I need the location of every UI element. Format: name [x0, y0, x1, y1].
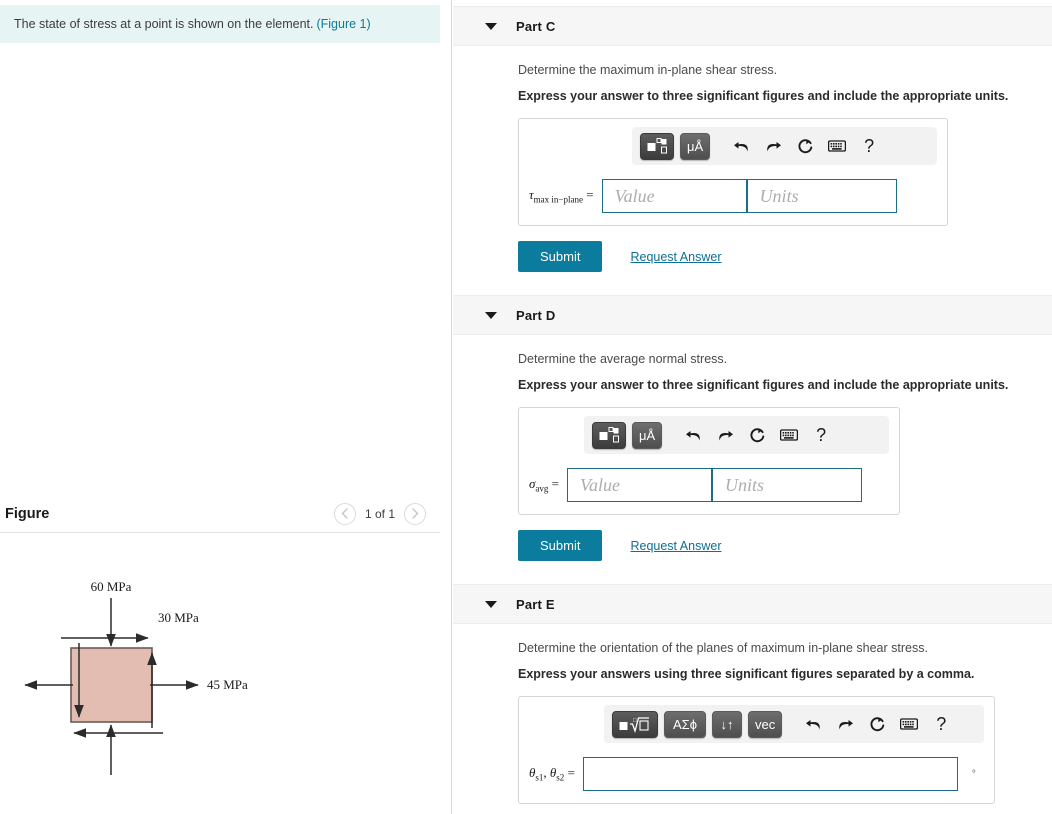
reset-icon[interactable]	[744, 422, 770, 448]
part-c-request-answer-link[interactable]: Request Answer	[630, 250, 721, 264]
part-d-actions: Submit Request Answer	[518, 530, 1052, 561]
radical-icon[interactable]: □	[612, 710, 658, 738]
figure-title: Figure	[5, 505, 50, 522]
keyboard-icon[interactable]	[824, 133, 850, 159]
part-e-toolbar: □ ΑΣϕ ↓↑ vec ?	[604, 705, 984, 743]
theta-subscript-2: s2	[556, 772, 565, 783]
part-c-field-label: τmax in−plane =	[529, 187, 602, 205]
figure-link[interactable]: (Figure 1)	[316, 17, 370, 31]
keyboard-icon[interactable]	[896, 711, 922, 737]
stress-element-body	[70, 647, 153, 723]
part-d-answer-box: μÅ ? σavg = Value Units	[518, 407, 900, 515]
part-e-label: Part E	[516, 596, 555, 612]
part-d-units-input[interactable]: Units	[712, 468, 863, 502]
figure-next-button[interactable]	[404, 502, 426, 525]
part-d-instruction: Express your answer to three significant…	[518, 378, 1009, 392]
svg-text:□: □	[633, 718, 637, 724]
part-c-toolbar: μÅ ?	[632, 127, 937, 165]
part-d-field-label: σavg =	[529, 476, 567, 494]
redo-icon[interactable]	[760, 133, 786, 159]
part-d-question: Determine the average normal stress.	[518, 352, 728, 366]
problem-page: The state of stress at a point is shown …	[0, 0, 1052, 814]
figure-navigation: 1 of 1	[333, 502, 426, 525]
part-d-request-answer-link[interactable]: Request Answer	[630, 539, 721, 553]
part-c-body: Determine the maximum in-plane shear str…	[453, 46, 1052, 272]
undo-icon[interactable]	[800, 711, 826, 737]
tau-subscript: max in−plane	[533, 194, 583, 205]
part-e-field-row: θs1, θs2 = °	[529, 757, 984, 791]
figure-counter: 1 of 1	[364, 506, 395, 521]
label-45-mpa: 45 MPa	[207, 677, 248, 692]
part-e-answer-input[interactable]	[582, 757, 958, 791]
figure-header: Figure 1 of 1	[0, 495, 440, 533]
part-e-field-label: θs1, θs2 =	[529, 765, 575, 783]
undo-icon[interactable]	[680, 422, 706, 448]
equals-sign: =	[551, 476, 560, 492]
reset-icon[interactable]	[864, 711, 890, 737]
help-icon[interactable]: ?	[928, 711, 954, 737]
equals-sign: =	[567, 765, 575, 781]
degree-unit-label: °	[971, 768, 976, 780]
help-icon[interactable]: ?	[856, 133, 882, 159]
part-d-field-row: σavg = Value Units	[529, 468, 889, 502]
caret-down-icon[interactable]	[485, 600, 497, 608]
label-30-mpa: 30 MPa	[158, 610, 199, 625]
part-c-submit-button[interactable]: Submit	[518, 241, 603, 272]
stress-element-diagram: 60 MPa 45 MPa 30 MPa	[24, 579, 248, 775]
unit-micro-angstrom-key[interactable]: μÅ	[632, 421, 663, 449]
part-e-block: Part E Determine the orientation of the …	[453, 584, 1052, 804]
help-icon[interactable]: ?	[808, 422, 834, 448]
right-panel: Part C Determine the maximum in-plane sh…	[453, 0, 1052, 814]
part-c-question: Determine the maximum in-plane shear str…	[518, 63, 778, 77]
stress-element-figure: 60 MPa 45 MPa 30 MPa	[0, 545, 440, 810]
part-d-submit-button[interactable]: Submit	[518, 530, 603, 561]
part-e-header[interactable]: Part E	[453, 584, 1052, 624]
part-c-value-input[interactable]: Value	[601, 179, 747, 213]
vector-key[interactable]: vec	[748, 710, 783, 738]
problem-statement-text: The state of stress at a point is shown …	[14, 17, 314, 31]
part-c-units-input[interactable]: Units	[746, 179, 897, 213]
theta-subscript-1: s1	[535, 772, 544, 783]
part-c-block: Part C Determine the maximum in-plane sh…	[453, 6, 1052, 272]
part-d-header[interactable]: Part D	[453, 295, 1052, 335]
part-e-answer-box: □ ΑΣϕ ↓↑ vec ? θs1, θs2 = °	[518, 696, 995, 804]
template-icon[interactable]	[640, 132, 674, 160]
part-d-body: Determine the average normal stress. Exp…	[453, 335, 1052, 561]
part-d-toolbar: μÅ ?	[584, 416, 889, 454]
left-panel: The state of stress at a point is shown …	[0, 0, 452, 814]
part-e-question: Determine the orientation of the planes …	[518, 641, 928, 655]
part-c-instruction: Express your answer to three significant…	[518, 89, 1009, 103]
caret-down-icon[interactable]	[485, 22, 497, 30]
equals-sign: =	[586, 187, 594, 203]
part-c-actions: Submit Request Answer	[518, 241, 1052, 272]
problem-statement-banner: The state of stress at a point is shown …	[0, 5, 440, 43]
redo-icon[interactable]	[832, 711, 858, 737]
part-c-header[interactable]: Part C	[453, 6, 1052, 46]
part-e-body: Determine the orientation of the planes …	[453, 624, 1052, 804]
part-d-label: Part D	[516, 307, 556, 323]
greek-symbols-key[interactable]: ΑΣϕ	[664, 710, 706, 738]
sigma-subscript: avg	[535, 483, 549, 494]
chevron-right-icon	[411, 508, 418, 519]
part-c-field-row: τmax in−plane = Value Units	[529, 179, 937, 213]
sort-arrows-key[interactable]: ↓↑	[712, 710, 742, 738]
part-e-instruction: Express your answers using three signifi…	[518, 667, 975, 681]
label-60-mpa: 60 MPa	[91, 579, 132, 594]
template-icon[interactable]	[592, 421, 626, 449]
redo-icon[interactable]	[712, 422, 738, 448]
figure-prev-button[interactable]	[333, 502, 356, 525]
undo-icon[interactable]	[728, 133, 754, 159]
unit-micro-angstrom-key[interactable]: μÅ	[680, 132, 711, 160]
reset-icon[interactable]	[792, 133, 818, 159]
part-d-block: Part D Determine the average normal stre…	[453, 295, 1052, 561]
chevron-left-icon	[341, 508, 349, 519]
caret-down-icon[interactable]	[485, 311, 497, 319]
keyboard-icon[interactable]	[776, 422, 802, 448]
part-d-value-input[interactable]: Value	[567, 468, 713, 502]
part-c-answer-box: μÅ ? τmax in−plane = Value Units	[518, 118, 948, 226]
part-c-label: Part C	[516, 18, 556, 34]
